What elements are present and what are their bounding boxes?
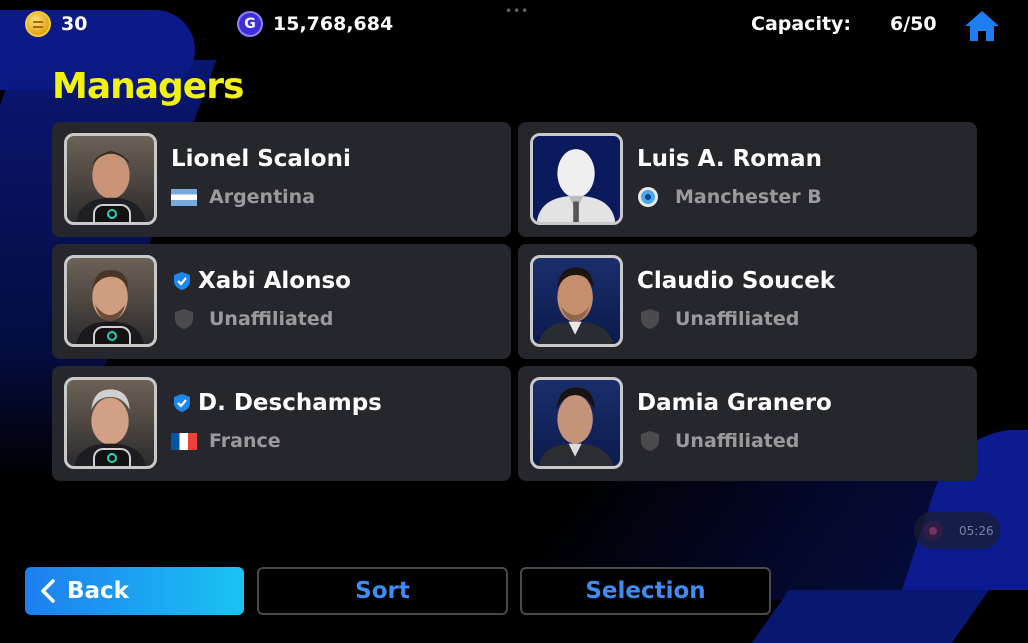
- selection-label: Selection: [585, 578, 706, 604]
- manager-affiliation: Argentina: [171, 186, 315, 208]
- home-button[interactable]: [962, 8, 1002, 44]
- back-button[interactable]: Back: [25, 567, 244, 615]
- coin-balance: 30: [25, 11, 87, 37]
- top-bar: 30 G 15,768,684 ••• Capacity: 6/50: [0, 0, 1028, 48]
- bottom-bar: Back Sort Selection: [0, 567, 1028, 617]
- manager-card[interactable]: Claudio Soucek Unaffiliated: [518, 244, 977, 359]
- selection-button[interactable]: Selection: [520, 567, 771, 615]
- manager-name: Lionel Scaloni: [171, 146, 351, 172]
- shield-icon: [171, 309, 197, 329]
- manager-portrait: [64, 255, 157, 347]
- coin-value: 30: [61, 13, 88, 35]
- manager-badge-icon: [93, 448, 131, 466]
- verified-icon: [174, 394, 190, 412]
- chevron-left-icon: [41, 579, 55, 603]
- argentina-flag-icon: [171, 188, 197, 206]
- recording-time: 05:26: [959, 523, 994, 538]
- manager-portrait: [530, 377, 623, 469]
- manager-card[interactable]: Damia Granero Unaffiliated: [518, 366, 977, 481]
- manager-portrait: [64, 133, 157, 225]
- manager-card[interactable]: Luis A. Roman Manchester B: [518, 122, 977, 237]
- page-title: Managers: [52, 66, 244, 107]
- manager-portrait: [530, 255, 623, 347]
- gp-balance: G 15,768,684: [237, 11, 393, 37]
- manager-card[interactable]: Lionel Scaloni Argentina: [52, 122, 511, 237]
- shield-icon: [637, 309, 663, 329]
- person-icon: [538, 387, 614, 466]
- manager-card[interactable]: D. Deschamps France: [52, 366, 511, 481]
- manager-affiliation: France: [171, 430, 281, 452]
- manager-name: Claudio Soucek: [637, 268, 836, 294]
- manager-badge-icon: [93, 204, 131, 222]
- sort-label: Sort: [355, 578, 410, 604]
- manager-affiliation: Manchester B: [637, 186, 822, 208]
- home-icon: [965, 11, 999, 41]
- france-flag-icon: [171, 432, 197, 450]
- manager-name: Damia Granero: [637, 390, 832, 416]
- manager-name: Luis A. Roman: [637, 146, 822, 172]
- record-icon: [923, 520, 943, 541]
- club-crest-icon: [637, 187, 663, 207]
- manager-name: Xabi Alonso: [171, 268, 351, 294]
- manager-badge-icon: [93, 326, 131, 344]
- verified-icon: [174, 272, 190, 290]
- manager-affiliation: Unaffiliated: [637, 308, 799, 330]
- person-placeholder-icon: [533, 136, 620, 222]
- gp-icon: G: [237, 11, 263, 37]
- coin-icon: [25, 11, 51, 37]
- recording-timer[interactable]: 05:26: [914, 512, 1000, 549]
- capacity-value: 6/50: [890, 13, 937, 35]
- handle-dots-icon: •••: [505, 4, 530, 18]
- sort-button[interactable]: Sort: [257, 567, 508, 615]
- manager-affiliation: Unaffiliated: [637, 430, 799, 452]
- manager-name: D. Deschamps: [171, 390, 382, 416]
- shield-icon: [637, 431, 663, 451]
- gp-value: 15,768,684: [273, 13, 394, 35]
- manager-affiliation: Unaffiliated: [171, 308, 333, 330]
- person-icon: [538, 267, 614, 344]
- manager-portrait: [64, 377, 157, 469]
- capacity-label: Capacity:: [751, 13, 852, 35]
- manager-portrait: [530, 133, 623, 225]
- manager-card[interactable]: Xabi Alonso Unaffiliated: [52, 244, 511, 359]
- back-label: Back: [67, 578, 129, 604]
